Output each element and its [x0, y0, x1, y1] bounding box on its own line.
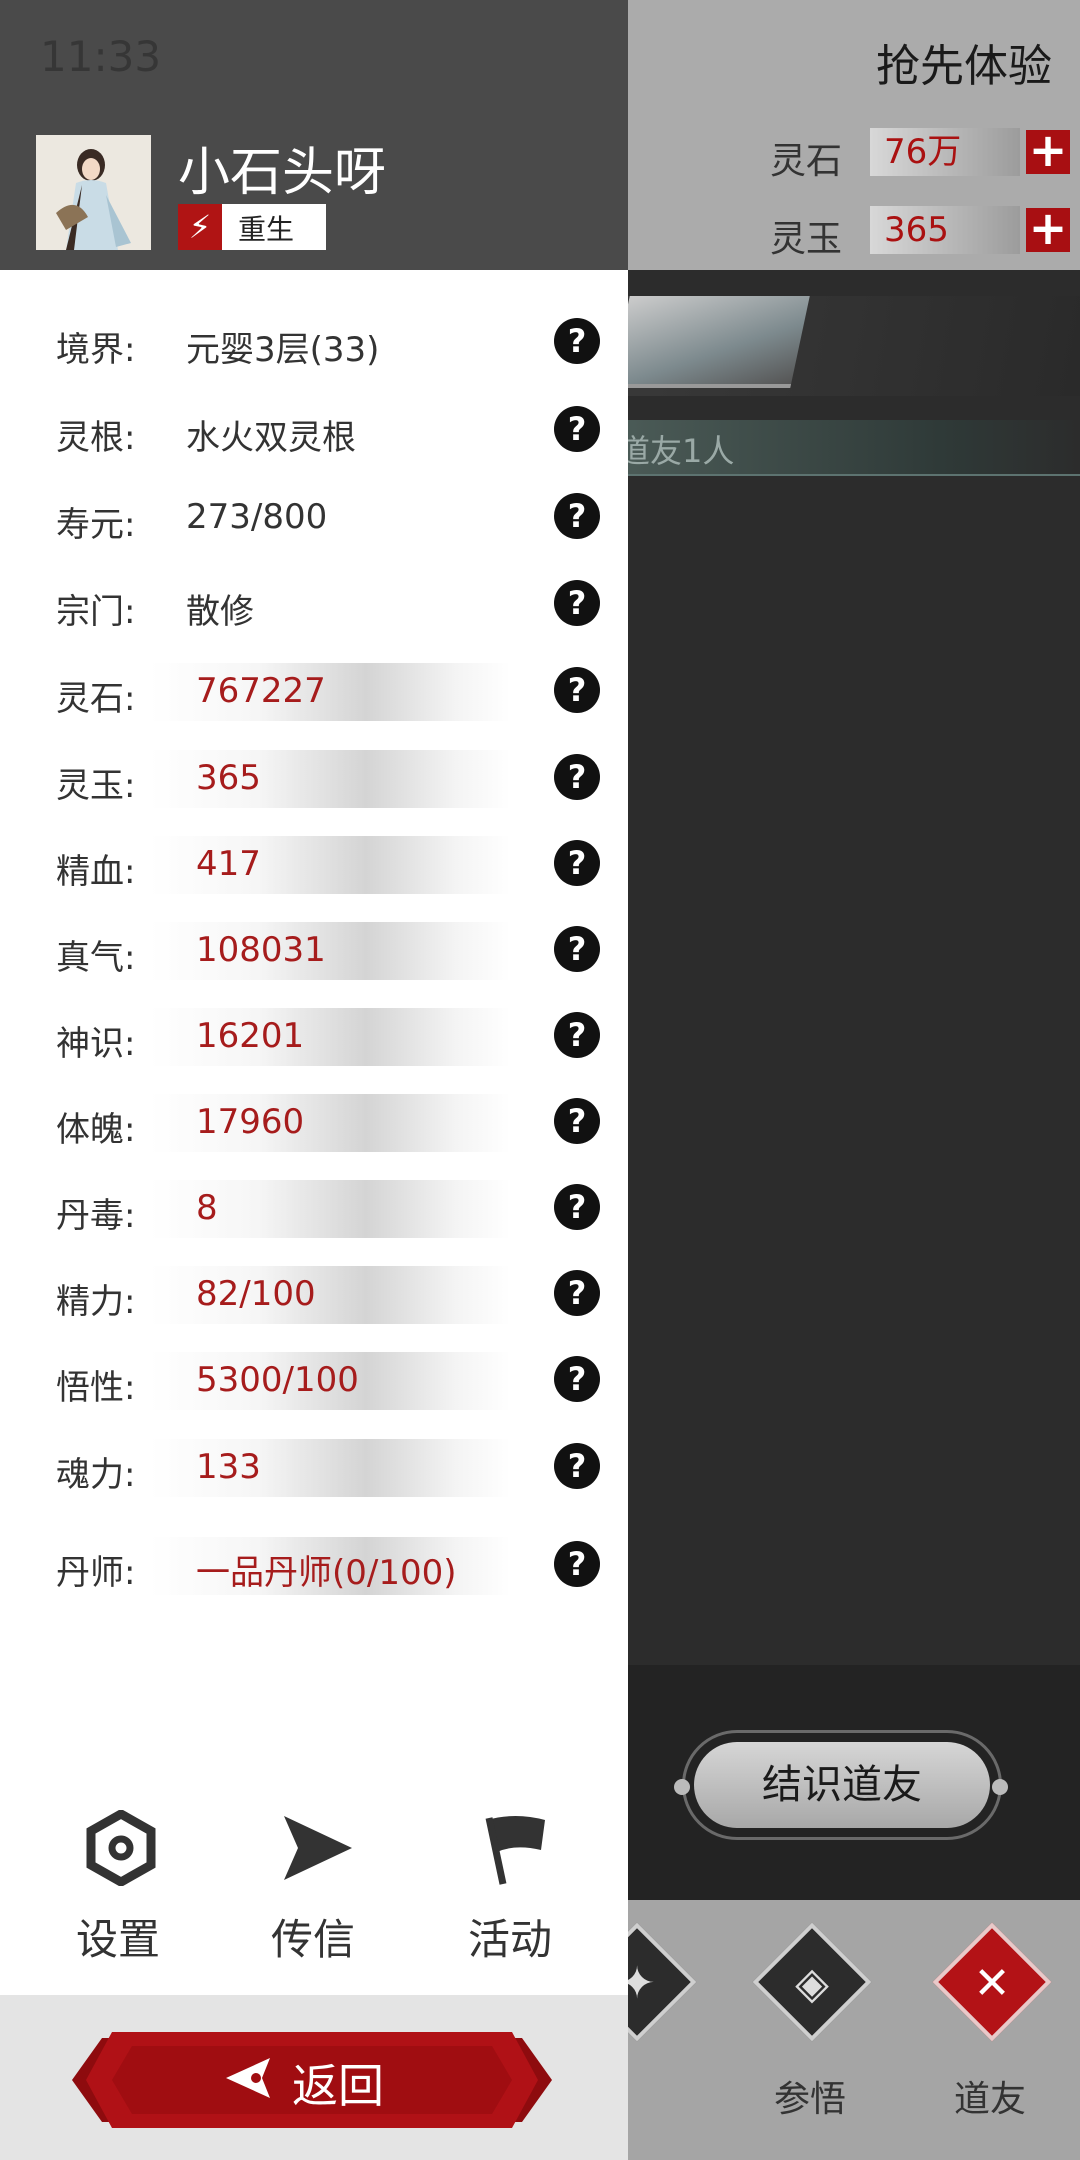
stat-row: 体魄: 17960?: [0, 1092, 628, 1154]
help-icon[interactable]: ?: [554, 1012, 600, 1058]
help-icon[interactable]: ?: [554, 754, 600, 800]
message-button[interactable]: 传信: [243, 1810, 383, 1970]
stat-label: 神识:: [56, 1024, 136, 1064]
avatar[interactable]: [36, 135, 151, 250]
rebirth-badge-label: 重生: [238, 213, 295, 246]
stat-label: 精血:: [56, 852, 136, 892]
help-icon[interactable]: ?: [554, 1443, 600, 1489]
back-arrow-icon: [226, 2058, 270, 2098]
stat-label: 丹毒:: [56, 1196, 136, 1236]
resource-label: 灵石: [770, 141, 843, 182]
events-button[interactable]: 活动: [440, 1810, 580, 1970]
help-icon[interactable]: ?: [554, 318, 600, 364]
resource-value: 365: [870, 206, 1020, 254]
help-icon[interactable]: ?: [554, 1098, 600, 1144]
stat-row: 灵玉: 365?: [0, 748, 628, 810]
stat-label: 灵石:: [56, 679, 136, 719]
stat-label: 丹师:: [56, 1553, 136, 1593]
stat-row: 境界: 元婴3层(33)?: [0, 312, 628, 374]
banner-image: [610, 296, 810, 388]
stat-value: 5300/100: [196, 1360, 359, 1400]
stat-label: 悟性:: [56, 1368, 136, 1408]
stat-value: 417: [196, 844, 261, 884]
stat-label: 精力:: [56, 1282, 136, 1322]
friends-icon: ✕: [932, 1922, 1052, 2042]
stat-label: 灵玉:: [56, 766, 136, 806]
friend-count-text: 道友1人: [618, 432, 735, 470]
character-drawer: 11:33 小石头呀 ⚡ 重生 境界: 元婴3层(33)? 灵根: 水火双灵根? 寿元:…: [0, 0, 628, 2160]
back-button-label: 返回: [292, 2059, 384, 2113]
stat-row: 宗门: 散修?: [0, 574, 628, 636]
tool-label: 设置: [75, 1915, 160, 1964]
stat-row: 丹毒: 8?: [0, 1178, 628, 1240]
stat-value: 273/800: [186, 497, 328, 537]
make-friend-button[interactable]: 结识道友: [694, 1742, 990, 1828]
lightning-icon: ⚡: [178, 204, 222, 250]
help-icon[interactable]: ?: [554, 1270, 600, 1316]
stat-label: 宗门:: [56, 592, 136, 632]
stat-value: 133: [196, 1447, 261, 1487]
early-access-title[interactable]: 抢先体验: [876, 30, 1052, 94]
decor-dot: [992, 1779, 1008, 1795]
resource-label: 灵玉: [770, 219, 843, 260]
stat-row: 魂力: 133?: [0, 1437, 628, 1499]
help-icon[interactable]: ?: [554, 1184, 600, 1230]
help-icon[interactable]: ?: [554, 1356, 600, 1402]
resource-spirit-jade: 灵玉 365 +: [770, 205, 1070, 260]
stat-value: 108031: [196, 930, 326, 970]
tool-label: 活动: [467, 1915, 552, 1964]
help-icon[interactable]: ?: [554, 580, 600, 626]
help-icon[interactable]: ?: [554, 840, 600, 886]
nav-label: 参悟: [773, 2079, 846, 2120]
decor-dot: [674, 1779, 690, 1795]
stat-row: 寿元: 273/800?: [0, 487, 628, 549]
help-icon[interactable]: ?: [554, 667, 600, 713]
stat-row: 灵根: 水火双灵根?: [0, 400, 628, 462]
stat-value: 8: [196, 1188, 218, 1228]
tool-label: 传信: [270, 1915, 355, 1964]
add-spirit-stone-button[interactable]: +: [1026, 127, 1070, 174]
stat-row: 悟性: 5300/100?: [0, 1350, 628, 1412]
stat-label: 魂力:: [56, 1455, 136, 1495]
settings-button[interactable]: 设置: [48, 1810, 188, 1970]
stat-label: 寿元:: [56, 505, 136, 545]
flag-icon: [485, 1816, 545, 1885]
stat-label: 真气:: [56, 938, 136, 978]
stat-value: 元婴3层(33): [186, 330, 380, 370]
add-spirit-jade-button[interactable]: +: [1026, 205, 1070, 252]
stat-label: 灵根:: [56, 418, 136, 458]
rebirth-badge[interactable]: ⚡ 重生: [178, 204, 326, 250]
help-icon[interactable]: ?: [554, 1541, 600, 1587]
player-name: 小石头呀: [178, 143, 387, 203]
stat-value: 17960: [196, 1102, 305, 1142]
help-icon[interactable]: ?: [554, 406, 600, 452]
stat-value: 767227: [196, 671, 326, 711]
nav-label: 道友: [953, 2079, 1026, 2120]
stat-row: 灵石: 767227?: [0, 661, 628, 723]
stat-value: 16201: [196, 1016, 305, 1056]
help-icon[interactable]: ?: [554, 926, 600, 972]
settings-icon: [86, 1810, 156, 1886]
stat-label: 体魄:: [56, 1110, 136, 1150]
stat-value: 82/100: [196, 1274, 316, 1314]
send-icon: [284, 1816, 352, 1880]
resource-spirit-stone: 灵石 76万 +: [770, 127, 1070, 182]
help-icon[interactable]: ?: [554, 493, 600, 539]
drawer-header: 11:33 小石头呀 ⚡ 重生: [0, 0, 628, 270]
nav-comprehend[interactable]: ◈ 参悟: [735, 1922, 885, 2130]
stat-row: 精力: 82/100?: [0, 1264, 628, 1326]
stat-row: 真气: 108031?: [0, 920, 628, 982]
stat-value: 水火双灵根: [186, 418, 356, 458]
stat-label: 境界:: [56, 330, 136, 370]
stat-row: 丹师: 一品丹师(0/100)?: [0, 1535, 628, 1597]
stat-row: 神识: 16201?: [0, 1006, 628, 1068]
status-bar-time: 11:33: [40, 32, 162, 81]
stat-value: 散修: [186, 592, 254, 632]
resource-value: 76万: [870, 128, 1020, 176]
nav-friends[interactable]: ✕ 道友: [915, 1922, 1065, 2130]
stat-row: 精血: 417?: [0, 834, 628, 896]
comprehend-icon: ◈: [752, 1922, 872, 2042]
stat-value: 365: [196, 758, 261, 798]
stat-value: 一品丹师(0/100): [196, 1553, 457, 1593]
